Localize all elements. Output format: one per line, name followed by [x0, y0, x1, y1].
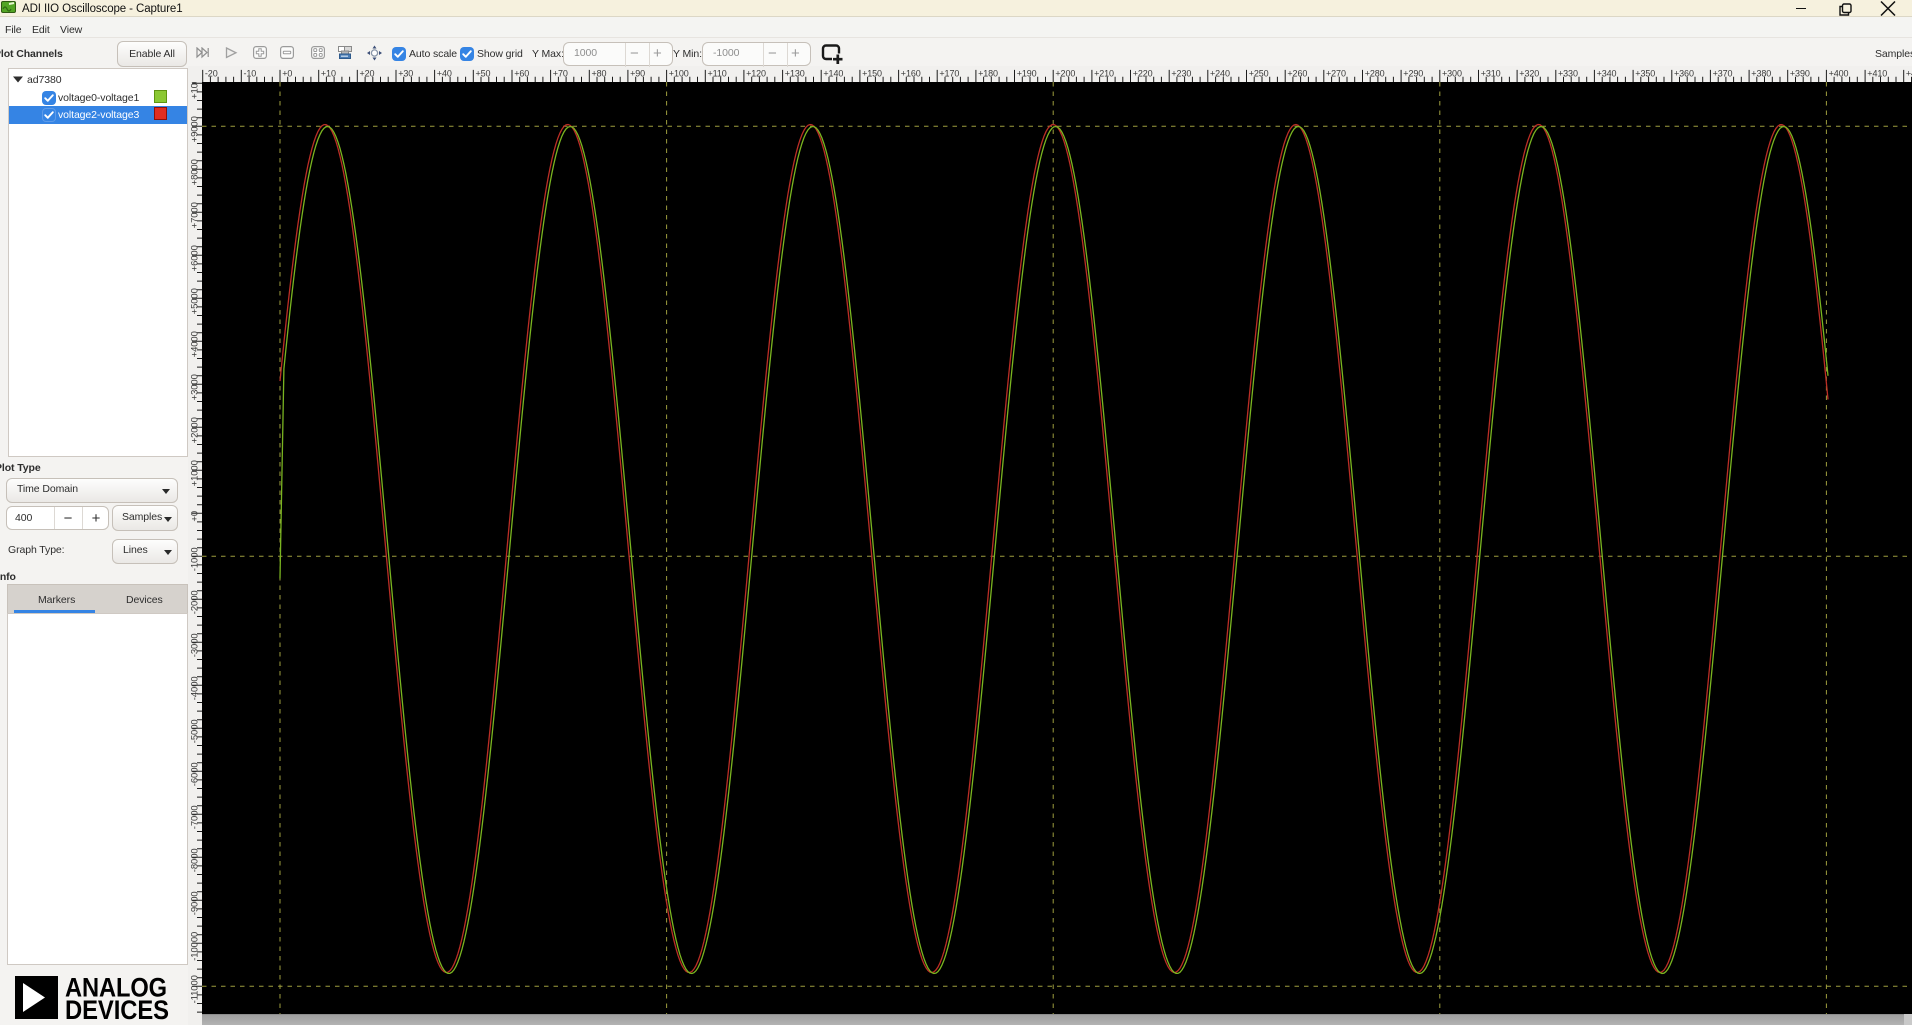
svg-text:+360: +360 — [1674, 68, 1694, 78]
svg-text:+340: +340 — [1597, 68, 1617, 78]
svg-text:-3000: -3000 — [189, 633, 200, 657]
svg-text:+210: +210 — [1094, 68, 1114, 78]
svg-text:+330: +330 — [1558, 68, 1578, 78]
svg-text:-10: -10 — [244, 68, 257, 78]
svg-text:+180: +180 — [978, 68, 998, 78]
svg-text:+300: +300 — [1442, 68, 1462, 78]
svg-text:-7000: -7000 — [189, 805, 200, 829]
svg-text:-5000: -5000 — [189, 719, 200, 743]
svg-text:+310: +310 — [1481, 68, 1501, 78]
svg-text:+0: +0 — [282, 68, 292, 78]
svg-text:+100: +100 — [669, 68, 689, 78]
svg-text:+70: +70 — [553, 68, 568, 78]
svg-text:+270: +270 — [1326, 68, 1346, 78]
svg-text:+80: +80 — [592, 68, 607, 78]
svg-text:+20: +20 — [360, 68, 375, 78]
svg-text:+400: +400 — [1829, 68, 1849, 78]
svg-text:+8000: +8000 — [189, 159, 200, 185]
svg-text:+130: +130 — [785, 68, 805, 78]
svg-text:+60: +60 — [514, 68, 529, 78]
svg-text:+110: +110 — [708, 68, 727, 78]
svg-text:+390: +390 — [1790, 68, 1810, 78]
svg-text:+230: +230 — [1171, 68, 1191, 78]
svg-text:+90: +90 — [630, 68, 645, 78]
svg-text:+200: +200 — [1055, 68, 1075, 78]
svg-text:-2000: -2000 — [189, 590, 200, 614]
svg-text:+2000: +2000 — [189, 417, 200, 443]
svg-text:+160: +160 — [901, 68, 921, 78]
svg-text:-4000: -4000 — [189, 676, 200, 700]
svg-text:+10: +10 — [321, 68, 336, 78]
svg-text:+120: +120 — [746, 68, 766, 78]
svg-text:+4000: +4000 — [189, 331, 200, 357]
svg-text:+410: +410 — [1867, 68, 1887, 78]
svg-text:-8000: -8000 — [189, 848, 200, 872]
svg-text:+0: +0 — [189, 511, 200, 522]
svg-text:-9000: -9000 — [189, 891, 200, 915]
svg-text:+170: +170 — [939, 68, 959, 78]
svg-text:+150: +150 — [862, 68, 882, 78]
svg-text:+10000: +10000 — [189, 82, 200, 99]
svg-text:+320: +320 — [1519, 68, 1539, 78]
svg-text:+140: +140 — [823, 68, 843, 78]
svg-text:+50: +50 — [476, 68, 491, 78]
svg-text:+40: +40 — [437, 68, 452, 78]
svg-text:-10000: -10000 — [189, 932, 200, 961]
svg-text:+9000: +9000 — [189, 116, 200, 142]
svg-text:+5000: +5000 — [189, 288, 200, 314]
svg-text:-1000: -1000 — [189, 547, 200, 571]
svg-text:+3000: +3000 — [189, 374, 200, 400]
svg-text:-20: -20 — [205, 68, 218, 78]
svg-text:+220: +220 — [1133, 68, 1153, 78]
svg-text:+1000: +1000 — [189, 460, 200, 486]
svg-text:-11000: -11000 — [189, 975, 200, 1003]
svg-text:+350: +350 — [1635, 68, 1655, 78]
svg-text:+380: +380 — [1751, 68, 1771, 78]
svg-text:+7000: +7000 — [189, 202, 200, 228]
svg-text:+190: +190 — [1017, 68, 1037, 78]
svg-text:+370: +370 — [1713, 68, 1733, 78]
svg-text:+6000: +6000 — [189, 245, 200, 271]
svg-text:+30: +30 — [398, 68, 413, 78]
svg-text:DEVICES: DEVICES — [65, 995, 169, 1020]
svg-text:+260: +260 — [1287, 68, 1307, 78]
svg-text:+290: +290 — [1403, 68, 1423, 78]
svg-text:+250: +250 — [1249, 68, 1269, 78]
svg-text:+240: +240 — [1210, 68, 1230, 78]
svg-text:-6000: -6000 — [189, 762, 200, 786]
svg-text:+280: +280 — [1365, 68, 1385, 78]
svg-text:+420: +420 — [1906, 68, 1912, 78]
